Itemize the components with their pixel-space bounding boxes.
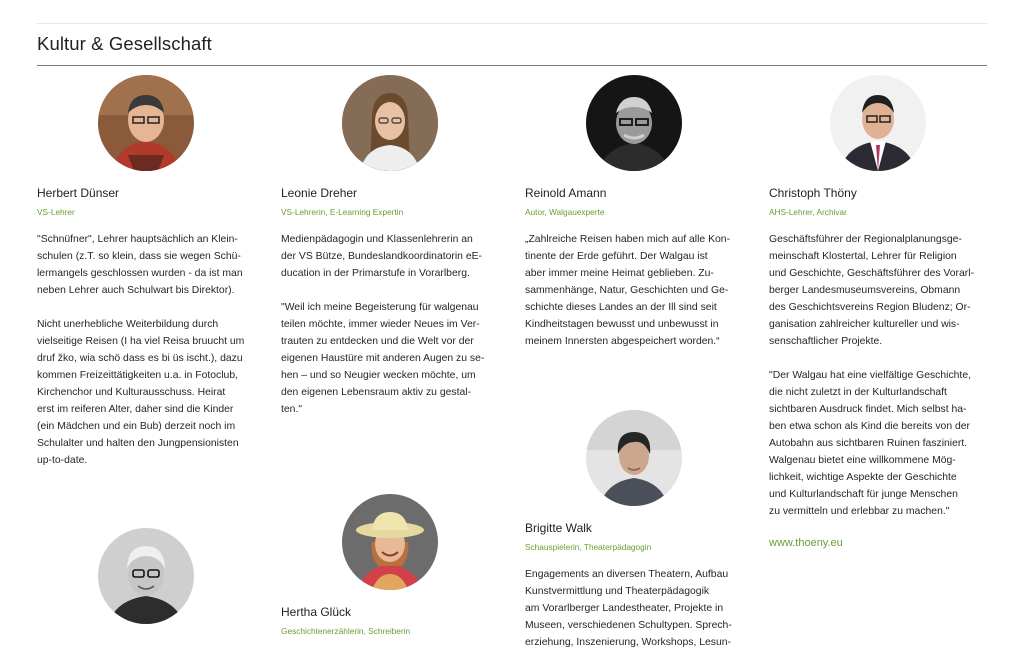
title-divider <box>37 65 987 66</box>
avatar-leonie-dreher <box>342 75 438 171</box>
person-name: Reinold Amann <box>525 186 607 200</box>
person-role: Schauspielerin, Theaterpädagogin <box>525 542 652 552</box>
bio-paragraph: Geschäftsführer der Regionalplanungsge- … <box>769 234 975 347</box>
section-title: Kultur & Gesellschaft <box>37 33 212 54</box>
bio-paragraph: Nicht unerhebliche Weiterbildung durch v… <box>37 319 245 466</box>
person-bio: Geschäftsführer der Regionalplanungsge- … <box>769 231 993 520</box>
bio-paragraph: „Zahlreiche Reisen haben mich auf alle K… <box>525 234 731 347</box>
person-name: Hertha Glück <box>281 605 352 619</box>
avatar-herbert-duenser <box>98 75 194 171</box>
person-name: Christoph Thöny <box>769 186 857 200</box>
bio-paragraph: Medienpädagogin und Klassenlehrerin an d… <box>281 234 483 279</box>
avatar-person <box>98 528 194 624</box>
bio-paragraph: Engagements an diversen Theatern, Aufbau… <box>525 569 732 648</box>
person-name: Herbert Dünser <box>37 186 120 200</box>
person-role: Autor, Walgauexperte <box>525 207 605 217</box>
person-name: Leonie Dreher <box>281 186 358 200</box>
avatar-brigitte-walk <box>586 410 682 506</box>
person-role: Geschichtenerzählerin, Schreiberin <box>281 626 411 636</box>
person-bio: „Zahlreiche Reisen haben mich auf alle K… <box>525 231 749 350</box>
bio-paragraph: "Weil ich meine Begeisterung für walgena… <box>281 302 485 415</box>
person-role: VS-Lehrerin, E-Learning Expertin <box>281 207 404 217</box>
avatar-christoph-thoeny <box>830 75 926 171</box>
avatar-reinold-amann <box>586 75 682 171</box>
bio-paragraph: "Der Walgau hat eine vielfältige Geschic… <box>769 370 971 517</box>
person-role: VS-Lehrer <box>37 207 75 217</box>
bio-paragraph: "Schnüfner", Lehrer hauptsächlich an Kle… <box>37 234 243 296</box>
website-link[interactable]: www.thoeny.eu <box>769 537 843 549</box>
person-bio: Engagements an diversen Theatern, Aufbau… <box>525 566 749 651</box>
person-role: AHS-Lehrer, Archivar <box>769 207 847 217</box>
avatar-hertha-glueck <box>342 494 438 590</box>
person-bio: "Schnüfner", Lehrer hauptsächlich an Kle… <box>37 231 261 469</box>
top-divider <box>37 23 987 24</box>
person-bio: Medienpädagogin und Klassenlehrerin an d… <box>281 231 503 418</box>
person-name: Brigitte Walk <box>525 521 592 535</box>
